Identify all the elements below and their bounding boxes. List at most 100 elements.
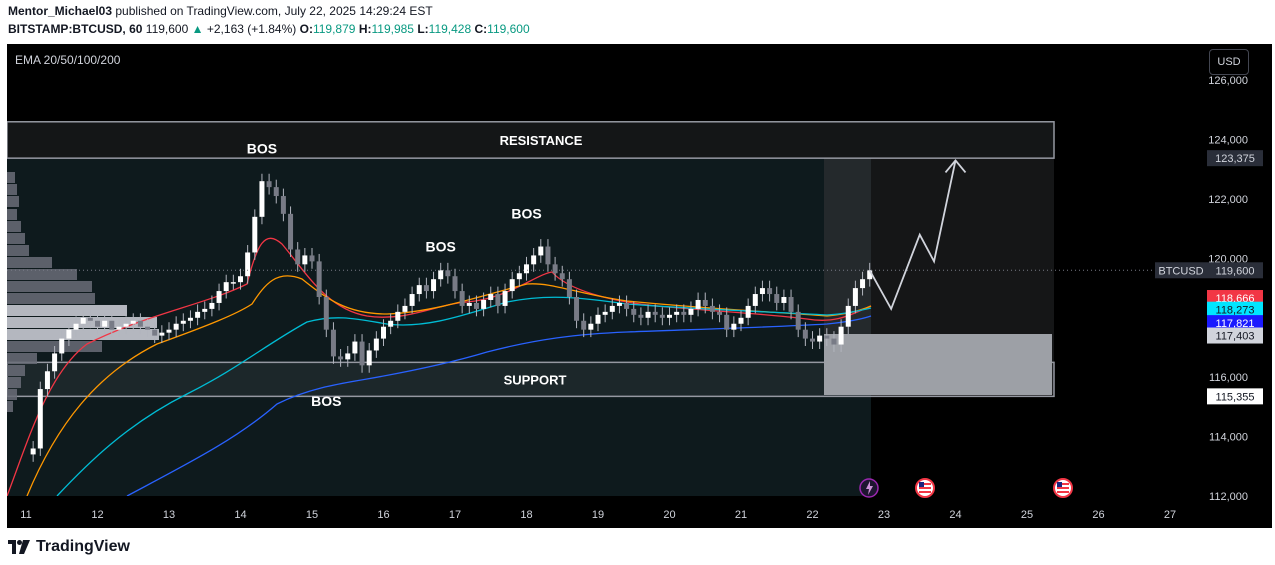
candle-body: [44, 371, 50, 390]
candle-body: [702, 299, 708, 306]
time-tick: 23: [878, 509, 890, 521]
last-price: 119,600: [145, 22, 189, 36]
chart-pane[interactable]: RESISTANCE SUPPORT BOS BOS BOS BOS 126,000 124,…: [7, 44, 1272, 528]
indicator-legend[interactable]: EMA 20/50/100/200: [15, 53, 120, 67]
candle-body: [95, 320, 100, 327]
candle-body: [767, 288, 773, 295]
candle-body: [466, 302, 472, 306]
tradingview-logo-icon: [8, 540, 30, 554]
candle-body: [609, 305, 615, 312]
price-tick: 114,000: [1209, 432, 1248, 444]
candle-body: [759, 288, 765, 295]
volume-profile-bar: [7, 269, 77, 280]
price-tag: 123,375: [1215, 153, 1255, 165]
bos-label: BOS: [247, 140, 277, 156]
candle-body: [574, 297, 580, 321]
time-tick: 18: [520, 509, 532, 521]
time-tick: 19: [592, 509, 604, 521]
publish-info: Mentor_Michael03 published on TradingVie…: [8, 4, 433, 18]
price-tag: 118,273: [1216, 305, 1255, 317]
candle-body: [860, 279, 866, 289]
candle-body: [516, 273, 522, 280]
candle-body: [330, 329, 336, 357]
price-axis[interactable]: [1197, 44, 1272, 528]
candle-body: [259, 181, 265, 217]
candle-body: [795, 311, 801, 330]
candle-body: [109, 320, 115, 330]
time-tick: 14: [234, 509, 246, 521]
candle-body: [824, 335, 830, 339]
candle-body: [488, 294, 494, 300]
candle-body: [273, 187, 279, 197]
candle-body: [781, 297, 787, 303]
close-value: 119,600: [487, 22, 530, 36]
candle-body: [852, 288, 858, 306]
candle-body: [187, 317, 193, 321]
chart-canvas[interactable]: RESISTANCE SUPPORT BOS BOS BOS BOS 126,000 124,…: [7, 44, 1272, 528]
high-label: H:: [358, 22, 372, 36]
volume-profile-bar: [7, 172, 15, 183]
candle-body: [745, 305, 751, 318]
candle-body: [166, 329, 172, 333]
candle-body: [538, 246, 544, 256]
candle-body: [180, 320, 186, 324]
candle-body: [159, 332, 165, 336]
low-value: 119,428: [428, 22, 472, 36]
candle-body: [423, 285, 429, 292]
candle-body: [359, 341, 365, 366]
volume-profile-bar: [7, 221, 21, 232]
candle-body: [731, 323, 737, 330]
candle-body: [838, 326, 844, 345]
candle-body: [431, 279, 437, 292]
candle-body: [638, 314, 644, 318]
candle-body: [130, 320, 136, 324]
candle-body: [445, 270, 451, 277]
resistance-label: RESISTANCE: [500, 133, 583, 148]
candle-body: [667, 314, 672, 318]
candle-body: [581, 320, 587, 330]
volume-profile-bar: [7, 184, 17, 195]
candle-body: [788, 297, 794, 312]
candle-body: [459, 291, 465, 306]
price-tick: 112,000: [1209, 491, 1248, 503]
price-tag: 115,355: [1216, 391, 1255, 403]
candle-body: [123, 323, 129, 327]
time-tick: 11: [20, 509, 31, 521]
low-label: L:: [417, 22, 429, 36]
flag-canton-icon: [1057, 482, 1062, 487]
candle-body: [30, 448, 36, 455]
candle-body: [495, 294, 501, 306]
price-tick: 122,000: [1208, 194, 1248, 206]
time-tick: 20: [663, 509, 675, 521]
candle-body: [152, 329, 158, 336]
time-tick: 16: [377, 509, 389, 521]
candle-body: [195, 311, 201, 318]
symbol-info-bar: BITSTAMP:BTCUSD, 60 119,600 ▲ +2,163 (+1…: [8, 22, 530, 36]
author-name[interactable]: Mentor_Michael03: [8, 4, 112, 18]
high-value: 119,985: [371, 22, 414, 36]
candle-body: [416, 285, 422, 295]
candle-body: [724, 314, 730, 330]
candle-body: [59, 338, 65, 354]
candle-body: [695, 299, 701, 309]
footer-brand[interactable]: TradingView: [8, 538, 130, 556]
currency-button[interactable]: USD: [1209, 49, 1249, 75]
candle-body: [173, 323, 179, 330]
candle-body: [752, 294, 758, 306]
candle-body: [652, 311, 658, 315]
brand-name: TradingView: [36, 538, 130, 555]
candle-body: [810, 338, 815, 342]
volume-profile-bar: [7, 245, 29, 256]
entry-zone-box: [824, 334, 1052, 395]
candle-body: [366, 350, 372, 366]
volume-profile-bar: [7, 257, 52, 268]
candle-body: [373, 338, 379, 351]
volume-profile-bar: [7, 233, 25, 244]
candle-body: [52, 353, 58, 372]
candle-body: [395, 311, 401, 321]
flag-stripe-icon: [1057, 487, 1069, 489]
volume-profile-bar: [7, 196, 19, 207]
open-value: 119,879: [312, 22, 356, 36]
candle-body: [102, 320, 108, 327]
candle-body: [137, 320, 143, 327]
